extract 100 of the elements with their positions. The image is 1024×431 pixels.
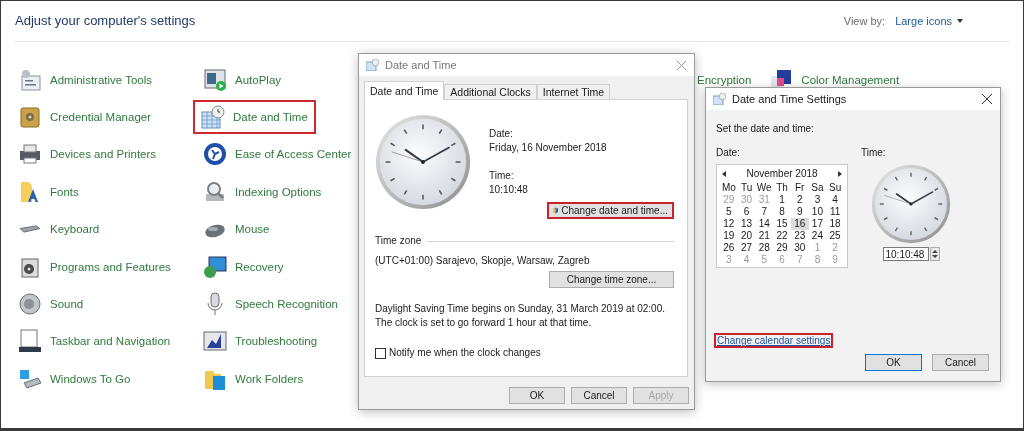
settings-link[interactable]: Ease of Access Center [199, 137, 360, 172]
dst-note: Daylight Saving Time begins on Sunday, 31 March 2019 at 02:00. The clock is set to go forward 1 hour at that time. [375, 302, 666, 330]
taskbar-icon [18, 329, 42, 354]
settings-link[interactable]: Recovery [199, 249, 292, 284]
next-month-button[interactable] [838, 171, 842, 177]
settings-link[interactable]: Encryption [697, 73, 752, 86]
speaker-icon [18, 292, 42, 317]
checkbox[interactable] [375, 347, 386, 359]
calendar-day[interactable]: 24 [808, 230, 827, 242]
calendar-day[interactable]: 14 [755, 218, 774, 230]
calendar-day[interactable]: 27 [737, 242, 756, 254]
left-arrow-icon [722, 171, 726, 177]
dialog-button[interactable]: OK [865, 354, 922, 371]
monitor-icon [203, 254, 227, 279]
chart-window-icon [203, 329, 227, 354]
calendar-day[interactable]: 28 [755, 242, 774, 254]
calendar-day[interactable]: 21 [755, 230, 774, 242]
tab[interactable]: Internet Time [536, 84, 611, 100]
calendar-day[interactable]: 13 [737, 218, 756, 230]
settings-link[interactable]: Mouse [199, 212, 278, 247]
month-title: November 2018 [746, 167, 818, 181]
weekday-label: Mo [720, 181, 737, 194]
accessibility-icon [203, 142, 227, 167]
calendar-clock-icon [201, 105, 225, 130]
printer-icon [18, 142, 42, 167]
spin-button[interactable] [929, 247, 940, 261]
weekday-label: We [755, 181, 773, 194]
calendar-day[interactable]: 4 [826, 194, 844, 206]
right-arrow-icon [838, 171, 842, 177]
settings-link[interactable]: Taskbar and Navigation [14, 324, 179, 359]
change-timezone-button[interactable]: Change time zone... [549, 271, 674, 288]
calendar-day[interactable]: 26 [720, 242, 738, 254]
view-by-dropdown[interactable]: Large icons [895, 14, 963, 27]
time-label: Time: [489, 169, 515, 183]
calendar-day[interactable]: 17 [808, 218, 827, 230]
settings-link[interactable]: Date and Time [193, 100, 316, 135]
calendar-day[interactable]: 30 [790, 242, 809, 254]
window-title: Date and Time [385, 59, 458, 71]
calendar-day[interactable]: 2 [790, 194, 809, 206]
calendar-day[interactable]: 6 [737, 206, 756, 218]
settings-link[interactable]: Keyboard [14, 218, 108, 241]
calendar-day[interactable]: 12 [720, 218, 738, 230]
tab[interactable]: Additional Clocks [444, 84, 537, 100]
calendar-day[interactable]: 1 [773, 194, 791, 206]
calendar-day[interactable]: 7 [755, 206, 774, 218]
calendar-day[interactable]: 11 [826, 206, 844, 218]
calendar-day[interactable]: 22 [773, 230, 791, 242]
calendar-day[interactable]: 25 [826, 230, 844, 242]
date-label: Date: [489, 127, 514, 141]
settings-link[interactable]: Sound [14, 287, 92, 322]
view-by-label: View by: [843, 14, 886, 27]
close-icon [677, 60, 686, 70]
settings-link[interactable]: Devices and Printers [14, 137, 165, 172]
dialog-button[interactable]: OK [509, 387, 565, 404]
tab[interactable]: Date and Time [364, 81, 445, 100]
window-title: Date and Time Settings [732, 93, 848, 105]
calendar-day[interactable]: 19 [720, 230, 738, 242]
date-label: Date: [716, 146, 741, 160]
calendar-day[interactable]: 10 [808, 206, 827, 218]
page-title: Adjust your computer's settings [15, 13, 196, 28]
safe-icon [18, 105, 42, 130]
weekday-label: Tu [739, 181, 754, 194]
section-heading: Time zone [375, 234, 422, 248]
calendar-clock-icon [366, 59, 379, 71]
calendar-day[interactable]: 15 [773, 218, 791, 230]
calendar-day[interactable]: 29 [773, 242, 791, 254]
change-date-time-button[interactable]: Change date and time... [547, 202, 674, 219]
settings-link[interactable]: Fonts [14, 174, 87, 209]
checkbox-label: Notify me when the clock changes [389, 346, 541, 360]
calendar-day[interactable]: 16 [790, 218, 809, 230]
shield-icon [553, 205, 559, 216]
calendar-day[interactable]: 20 [737, 230, 756, 242]
up-down-arrows-icon [930, 248, 939, 260]
calendar-settings-link[interactable]: Change calendar settings [714, 333, 834, 348]
settings-link[interactable]: AutoPlay [199, 62, 290, 97]
settings-link[interactable]: Windows To Go [14, 361, 139, 396]
prompt-text: Set the date and time: [716, 122, 815, 136]
settings-link[interactable]: Work Folders [199, 361, 312, 396]
dialog-button[interactable]: Cancel [932, 354, 989, 371]
close-button[interactable] [980, 92, 994, 106]
calendar-day[interactable]: 9 [790, 206, 809, 218]
settings-link[interactable]: Troubleshooting [199, 324, 326, 359]
time-field[interactable]: 10:10:48 [882, 247, 929, 261]
settings-link[interactable]: Credential Manager [14, 100, 159, 135]
caret-icon [957, 18, 963, 23]
settings-link[interactable]: Speech Recognition [199, 287, 346, 322]
settings-link[interactable]: Programs and Features [14, 249, 179, 284]
settings-link[interactable]: Indexing Options [199, 174, 330, 209]
previous-month-button[interactable] [722, 171, 726, 177]
magnifier-icon [203, 179, 227, 204]
time-label: Time: [861, 146, 886, 160]
settings-link[interactable]: Administrative Tools [14, 62, 161, 97]
calendar-day[interactable]: 23 [790, 230, 809, 242]
calendar-day[interactable]: 5 [720, 206, 738, 218]
calendar-day[interactable]: 3 [808, 194, 827, 206]
calendar-day[interactable]: 18 [826, 218, 844, 230]
dialog-button[interactable]: Cancel [571, 387, 627, 404]
calendar-day[interactable]: 8 [773, 206, 791, 218]
weekday-label: Su [828, 181, 843, 194]
keyboard-icon [18, 225, 42, 234]
